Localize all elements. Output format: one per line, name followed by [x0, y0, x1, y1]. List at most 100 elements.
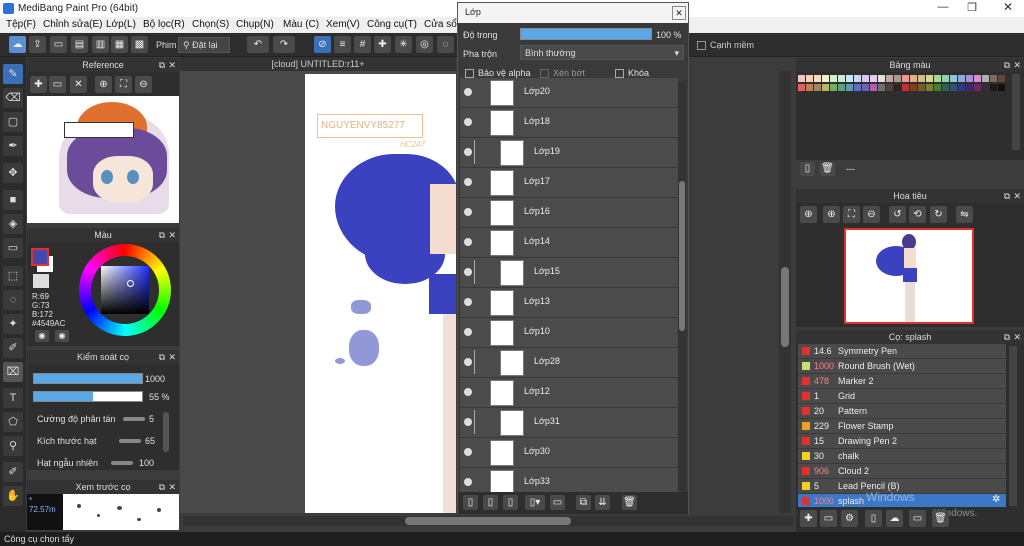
layer-row[interactable]: Lớp28: [460, 348, 678, 378]
zoom-in-icon[interactable]: ⊕: [95, 76, 112, 93]
rectangle-tool-icon[interactable]: ▢: [3, 112, 23, 132]
cloud-icon[interactable]: ☁: [9, 36, 26, 53]
blend-mode-select[interactable]: Bình thường ▾: [520, 45, 684, 60]
folder-icon[interactable]: ▭: [49, 76, 66, 93]
palette-swatch[interactable]: [910, 84, 917, 91]
visibility-eye-icon[interactable]: [464, 88, 472, 96]
brush-list-scrollbar[interactable]: [1009, 346, 1017, 506]
palette-swatch[interactable]: [918, 75, 925, 82]
palette-swatch[interactable]: [846, 75, 853, 82]
delete-layer-icon[interactable]: 🗑: [622, 495, 637, 510]
visibility-eye-icon[interactable]: [464, 238, 472, 246]
palette-swatch[interactable]: [982, 75, 989, 82]
text-tool-icon[interactable]: T: [3, 388, 23, 408]
fit-icon[interactable]: ⛶: [115, 76, 132, 93]
select-eraser-tool-icon[interactable]: ⌧: [3, 362, 23, 382]
protect-alpha-checkbox[interactable]: [465, 69, 474, 78]
grid-snap-icon[interactable]: #: [354, 36, 371, 53]
menu-layer[interactable]: Lớp(L): [106, 19, 136, 30]
grid-icon[interactable]: ▦: [111, 36, 128, 53]
close-panel-icon[interactable]: ✕: [1013, 189, 1021, 203]
divide-tool-icon[interactable]: ⬠: [3, 412, 23, 432]
delete-palette-icon[interactable]: 🗑: [820, 162, 835, 176]
palette-swatch[interactable]: [958, 75, 965, 82]
layer-row[interactable]: Lớp18: [460, 108, 678, 138]
menu-file[interactable]: Tệp(F): [6, 19, 36, 30]
layer-row[interactable]: Lớp15: [460, 258, 678, 288]
palette-swatch[interactable]: [830, 75, 837, 82]
reset-button[interactable]: ⚲ Đặt lại: [178, 37, 230, 53]
palette-swatch[interactable]: [862, 75, 869, 82]
radial-snap-icon[interactable]: ✳: [395, 36, 412, 53]
maximize-button[interactable]: ❐: [960, 1, 984, 16]
layer-row[interactable]: Lớp17: [460, 168, 678, 198]
page-icon[interactable]: ▥: [92, 36, 109, 53]
parallel-snap-icon[interactable]: ≡: [334, 36, 351, 53]
magic-wand-tool-icon[interactable]: ✦: [3, 314, 23, 334]
brush-item[interactable]: 229 Flower Stamp: [798, 419, 1006, 434]
palette-swatch[interactable]: [870, 84, 877, 91]
close-panel-icon[interactable]: ✕: [168, 480, 176, 494]
layer-row[interactable]: Lớp12: [460, 378, 678, 408]
pen-tool-icon[interactable]: ✒: [3, 136, 23, 156]
transparent-swatch[interactable]: [33, 274, 49, 288]
visibility-eye-icon[interactable]: [464, 478, 472, 486]
visibility-eye-icon[interactable]: [464, 148, 472, 156]
palette-swatch[interactable]: [798, 84, 805, 91]
brush-control-scrollbar[interactable]: [163, 412, 169, 452]
saturation-square[interactable]: [101, 266, 149, 314]
close-panel-icon[interactable]: ✕: [1013, 330, 1021, 344]
canvas-tab[interactable]: [cloud] UNTITLED:r11+: [180, 57, 456, 71]
visibility-eye-icon[interactable]: [464, 268, 472, 276]
visibility-eye-icon[interactable]: [464, 208, 472, 216]
curve-snap-icon[interactable]: ◌: [437, 36, 454, 53]
palette-swatch[interactable]: [966, 75, 973, 82]
eraser-tool-icon[interactable]: ⌫: [3, 88, 23, 108]
layer-row[interactable]: Lớp16: [460, 198, 678, 228]
palette-swatch[interactable]: [894, 75, 901, 82]
close-button[interactable]: ✕: [993, 0, 1023, 16]
brush-size-slider[interactable]: [33, 373, 143, 384]
popout-icon[interactable]: ⧉: [1004, 189, 1010, 203]
brush-folder-icon[interactable]: ▭: [909, 510, 926, 527]
remove-icon[interactable]: ✕: [70, 76, 87, 93]
layer-row[interactable]: Lớp14: [460, 228, 678, 258]
no-snap-icon[interactable]: ⊘: [314, 36, 331, 53]
cross-snap-icon[interactable]: ✚: [374, 36, 391, 53]
menu-tools[interactable]: Công cụ(T): [367, 19, 417, 30]
merge-down-icon[interactable]: ⇊: [595, 495, 610, 510]
brush-item[interactable]: 20 Pattern: [798, 404, 1006, 419]
canvas-vertical-scrollbar[interactable]: [779, 71, 791, 513]
zoom-in-icon[interactable]: ⊕: [800, 206, 817, 223]
palette-swatch[interactable]: [918, 84, 925, 91]
color-picker-handle[interactable]: [127, 280, 134, 287]
close-panel-icon[interactable]: ✕: [168, 228, 176, 242]
brush-item[interactable]: 30 chalk: [798, 449, 1006, 464]
fill-shape-tool-icon[interactable]: ■: [3, 190, 23, 210]
palette-swatch[interactable]: [966, 84, 973, 91]
palette-swatch[interactable]: [926, 75, 933, 82]
clip-checkbox[interactable]: [540, 69, 549, 78]
palette-swatch[interactable]: [902, 84, 909, 91]
scroll-thumb[interactable]: [781, 267, 789, 347]
menu-snap[interactable]: Chụp(N): [236, 19, 274, 30]
upload-icon[interactable]: ⇪: [29, 36, 46, 53]
undo-icon[interactable]: ↶: [247, 36, 269, 53]
close-panel-icon[interactable]: ✕: [1013, 58, 1021, 72]
popout-icon[interactable]: ⧉: [1004, 330, 1010, 344]
layer-opacity-slider[interactable]: [520, 28, 652, 40]
new-layer-icon[interactable]: ▯: [463, 495, 478, 510]
palette-swatch[interactable]: [806, 84, 813, 91]
scroll-thumb[interactable]: [405, 517, 571, 525]
dropper-tool-icon[interactable]: ⚲: [3, 436, 23, 456]
menu-edit[interactable]: Chỉnh sửa(E): [43, 19, 103, 30]
chat-icon[interactable]: ▤: [71, 36, 88, 53]
new-8bit-layer-icon[interactable]: ▯: [503, 495, 518, 510]
reset-rotate-icon[interactable]: ⟲: [909, 206, 926, 223]
layer-row[interactable]: Lớp33: [460, 468, 678, 492]
palette-swatch[interactable]: [990, 84, 997, 91]
brush-item[interactable]: 15 Drawing Pen 2: [798, 434, 1006, 449]
palette-swatch[interactable]: [894, 84, 901, 91]
brush-opacity-slider[interactable]: [33, 391, 143, 402]
lasso-tool-icon[interactable]: ◌: [3, 290, 23, 310]
